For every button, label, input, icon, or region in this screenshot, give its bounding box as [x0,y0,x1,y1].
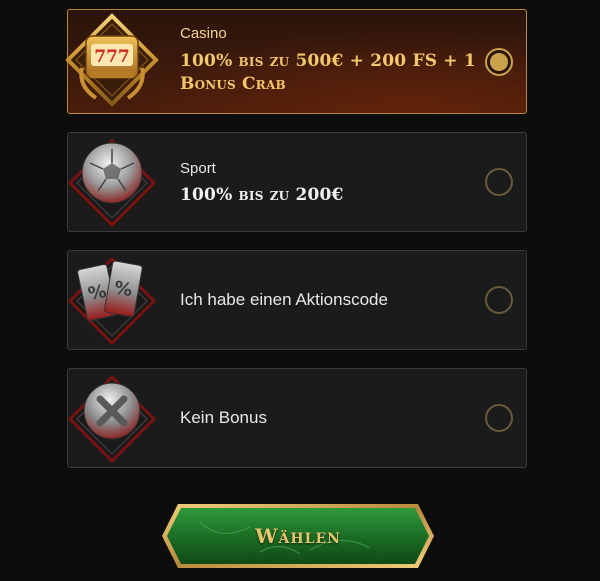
radio-unselected[interactable] [485,168,513,196]
svg-text:777: 777 [94,47,130,67]
option-label: Ich habe einen Aktionscode [180,290,388,309]
radio-selected[interactable] [485,48,513,76]
radio-unselected[interactable] [485,404,513,432]
bonus-option-casino[interactable]: 777 Casino 100% bis zu 500€ + 200 FS + 1… [64,9,527,114]
choose-button[interactable]: Wählen [160,502,436,570]
bonus-selection-page: 777 Casino 100% bis zu 500€ + 200 FS + 1… [0,0,600,581]
choose-button-label: Wählen [255,524,341,548]
promo-code-icon: % % [64,251,164,351]
no-bonus-icon [64,369,164,469]
bonus-option-no-bonus[interactable]: Kein Bonus [67,368,527,468]
option-title: 100% bis zu 200€ [180,185,344,205]
option-label: Kein Bonus [180,408,267,427]
radio-dot [490,53,508,71]
soccer-ball-icon [64,133,164,233]
option-category: Casino [180,25,227,42]
radio-unselected[interactable] [485,286,513,314]
svg-text:%: % [113,277,134,301]
bonus-option-sport[interactable]: Sport 100% bis zu 200€ [67,132,527,232]
option-category: Sport [180,160,216,177]
slot-777-icon: 777 [64,10,164,110]
option-title: 100% bis zu 500€ + 200 FS + 1 Bonus Crab [180,51,476,94]
bonus-option-promo-code[interactable]: % % Ich habe einen Aktionscode [67,250,527,350]
